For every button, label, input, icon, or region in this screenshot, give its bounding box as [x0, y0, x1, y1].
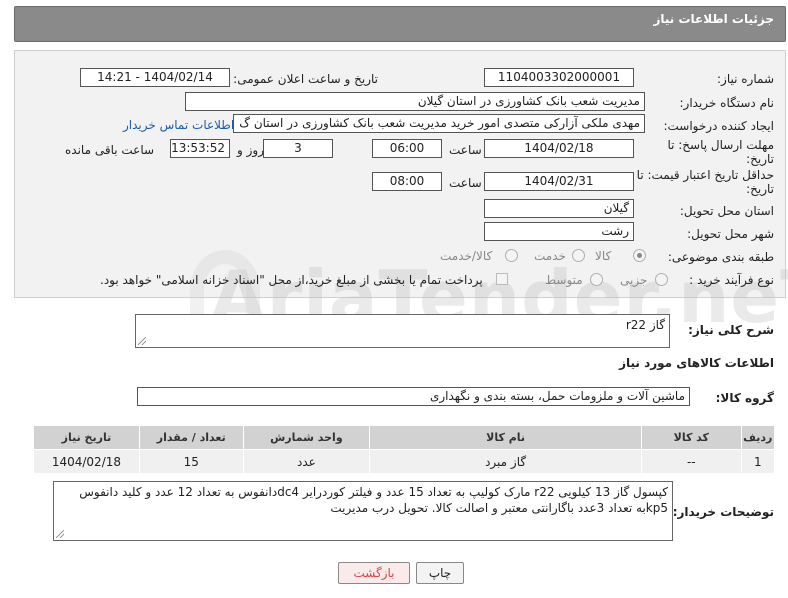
contact-info-link[interactable]: اطلاعات تماس خریدار: [123, 118, 234, 132]
reply-date-field[interactable]: 1404/02/18: [484, 139, 634, 158]
col-row-header: ردیف: [740, 425, 776, 450]
col-name-header: نام کالا: [369, 425, 642, 450]
cell-name: گاز مبرد: [369, 449, 642, 474]
goods-group-label: گروه کالا:: [715, 391, 774, 405]
category-radio-goods-service[interactable]: [505, 249, 518, 262]
col-date-header: تاریخ نیاز: [33, 425, 140, 450]
category-label: طبقه بندی موضوعی:: [667, 250, 774, 264]
buyer-notes-line2: kp5به تعداد 3عدد باگارانتی معتبر و اصالت…: [330, 501, 668, 515]
goods-section-title: اطلاعات کالاهای مورد نیاز: [619, 356, 774, 370]
table-row[interactable]: 1 -- گاز مبرد عدد 15 1404/02/18: [33, 449, 776, 474]
announce-field[interactable]: 1404/02/14 - 14:21: [80, 68, 230, 87]
process-radio-partial[interactable]: [655, 273, 668, 286]
table-header-row: ردیف کد کالا نام کالا واحد شمارش تعداد /…: [33, 425, 776, 450]
price-date-field[interactable]: 1404/02/31: [484, 172, 634, 191]
creator-label: ایجاد کننده درخواست:: [663, 119, 774, 133]
cell-row: 1: [740, 449, 776, 474]
process-label: نوع فرآیند خرید :: [689, 273, 774, 287]
payment-note: پرداخت تمام یا بخشی از مبلغ خرید،از محل …: [100, 273, 483, 287]
print-button[interactable]: چاپ: [416, 562, 464, 584]
category-radio-service[interactable]: [572, 249, 585, 262]
buyer-notes-line1: کپسول گاز 13 کیلویی r22 مارک کولیپ به تع…: [79, 485, 668, 499]
announce-label: تاریخ و ساعت اعلان عمومی:: [233, 72, 378, 86]
resize-handle-icon[interactable]: [56, 530, 64, 538]
cell-qty: 15: [138, 449, 244, 474]
category-service-label: خدمت: [534, 249, 566, 263]
buyer-notes-label: توضیحات خریدار:: [672, 505, 774, 519]
remaining-label: ساعت باقی مانده: [65, 143, 155, 157]
treasury-checkbox[interactable]: [496, 273, 508, 285]
price-validity-label: حداقل تاریخ اعتبار قیمت: تا تاریخ:: [636, 168, 774, 196]
cell-code: --: [640, 449, 742, 474]
col-qty-header: تعداد / مقدار: [138, 425, 244, 450]
process-medium-label: متوسط: [545, 273, 583, 287]
items-table: ردیف کد کالا نام کالا واحد شمارش تعداد /…: [33, 425, 776, 474]
summary-textarea[interactable]: گاز r22: [135, 314, 670, 348]
buyer-org-label: نام دستگاه خریدار:: [679, 96, 775, 110]
summary-text: گاز r22: [625, 318, 665, 332]
col-unit-header: واحد شمارش: [242, 425, 371, 450]
creator-field[interactable]: مهدی ملکی آزارکی متصدی امور خرید مدیریت …: [233, 114, 645, 133]
cell-unit: عدد: [242, 449, 371, 474]
reply-time-field[interactable]: 06:00: [372, 139, 442, 158]
category-goods-label: کالا: [595, 249, 612, 263]
need-number-label: شماره نیاز:: [717, 72, 774, 86]
price-time-label: ساعت: [449, 176, 482, 190]
reply-deadline-label: مهلت ارسال پاسخ: تا تاریخ:: [667, 138, 774, 166]
buyer-org-field[interactable]: مدیریت شعب بانک کشاورزی در استان گیلان: [185, 92, 645, 111]
days-label: روز و: [237, 143, 264, 157]
delivery-province-field[interactable]: گیلان: [484, 199, 634, 218]
buyer-notes-textarea[interactable]: کپسول گاز 13 کیلویی r22 مارک کولیپ به تع…: [53, 481, 673, 541]
category-goods-service-label: کالا/خدمت: [440, 249, 493, 263]
summary-label: شرح کلی نیاز:: [688, 323, 774, 337]
price-time-field[interactable]: 08:00: [372, 172, 442, 191]
need-number-field[interactable]: 1104003302000001: [484, 68, 634, 87]
remaining-time-field[interactable]: 13:53:52: [170, 139, 230, 158]
cell-date: 1404/02/18: [33, 449, 140, 474]
delivery-city-label: شهر محل تحویل:: [687, 227, 774, 241]
category-radio-goods[interactable]: [633, 249, 646, 262]
delivery-province-label: استان محل تحویل:: [679, 204, 774, 218]
reply-time-label: ساعت: [449, 143, 482, 157]
goods-group-field[interactable]: ماشین آلات و ملزومات حمل، بسته بندی و نگ…: [137, 387, 690, 406]
days-field[interactable]: 3: [263, 139, 333, 158]
delivery-city-field[interactable]: رشت: [484, 222, 634, 241]
process-radio-medium[interactable]: [590, 273, 603, 286]
col-code-header: کد کالا: [640, 425, 742, 450]
process-partial-label: جزیی: [620, 273, 648, 287]
back-button[interactable]: بازگشت: [338, 562, 410, 584]
resize-handle-icon[interactable]: [138, 337, 146, 345]
page-title: جزئیات اطلاعات نیاز: [653, 12, 774, 26]
